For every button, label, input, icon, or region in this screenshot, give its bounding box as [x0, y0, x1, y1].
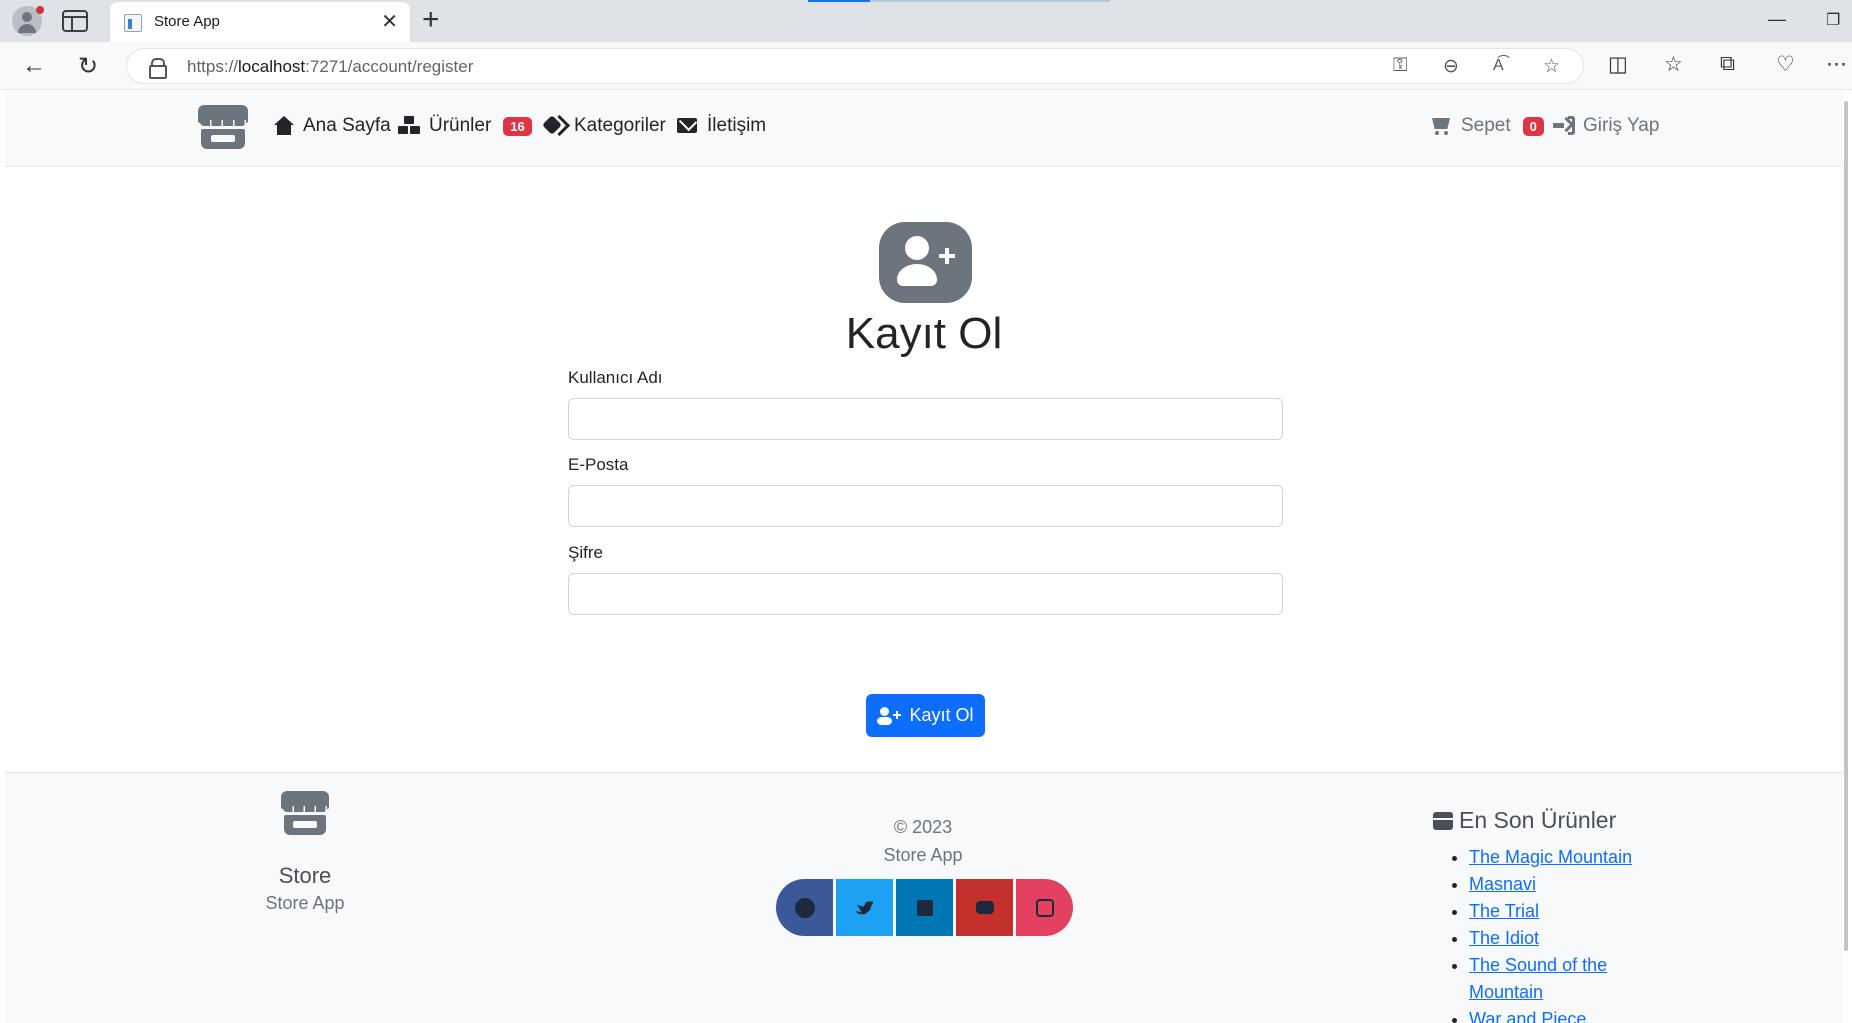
tab-title: Store App: [154, 13, 220, 30]
footer-brand-subtitle: Store App: [265, 893, 345, 913]
site-navbar: Ana Sayfa Ürünler 16 Kategoriler İletişi…: [5, 91, 1843, 167]
twitter-icon[interactable]: [836, 879, 893, 936]
loading-bar: [808, 0, 1110, 2]
latest-products-title: En Son Ürünler: [1459, 807, 1617, 833]
list-item: Masnavi: [1469, 871, 1669, 898]
email-input[interactable]: [568, 485, 1283, 527]
username-label: Kullanıcı Adı: [568, 368, 663, 387]
register-button[interactable]: Kayıt Ol: [866, 694, 985, 737]
tab-actions-icon[interactable]: [62, 10, 88, 32]
browser-toolbar: ← ↻ https://localhost:7271/account/regis…: [0, 42, 1852, 90]
register-header-icon: [879, 222, 972, 303]
browser-tab[interactable]: Store App ✕: [110, 2, 410, 42]
browser-essentials-icon[interactable]: ♡: [1776, 52, 1795, 77]
store-logo-icon[interactable]: [198, 105, 248, 149]
latest-products-list: The Magic Mountain Masnavi The Trial The…: [1433, 844, 1733, 1023]
username-input[interactable]: [568, 398, 1283, 440]
nav-contact[interactable]: İletişim: [677, 115, 766, 137]
password-label: Şifre: [568, 543, 603, 562]
email-label: E-Posta: [568, 455, 629, 474]
nav-home[interactable]: Ana Sayfa: [273, 115, 391, 137]
key-icon[interactable]: ⚿: [1393, 55, 1407, 77]
product-link[interactable]: The Magic Mountain: [1469, 847, 1632, 867]
site-footer: Store Store App © 2023 Store App En Son …: [5, 772, 1843, 1023]
read-aloud-icon[interactable]: A͡: [1493, 57, 1504, 75]
list-item: The Trial: [1469, 898, 1669, 925]
home-icon: [273, 116, 295, 136]
copyright: © 2023 Store App: [883, 817, 963, 865]
page-favicon-icon: [124, 14, 142, 32]
cart-icon: [1431, 116, 1453, 136]
favorite-star-icon[interactable]: ☆: [1543, 55, 1560, 78]
footer-store-logo-icon: [281, 791, 329, 835]
product-link[interactable]: War and Piece: [1469, 1009, 1586, 1023]
youtube-icon[interactable]: [956, 879, 1013, 936]
social-links: [776, 879, 1073, 936]
page-scrollbar[interactable]: [1844, 101, 1848, 951]
nav-categories[interactable]: Kategoriler: [544, 115, 666, 137]
refresh-icon[interactable]: ↻: [78, 52, 98, 81]
envelope-icon: [677, 116, 699, 136]
facebook-icon[interactable]: [776, 879, 833, 936]
nav-login[interactable]: Giriş Yap: [1553, 115, 1659, 137]
list-item: The Magic Mountain: [1469, 844, 1669, 871]
address-bar[interactable]: https://localhost:7271/account/register …: [126, 48, 1584, 84]
linkedin-icon[interactable]: [896, 879, 953, 936]
product-link[interactable]: The Idiot: [1469, 928, 1539, 948]
more-menu-icon[interactable]: ⋯: [1826, 52, 1847, 77]
password-input[interactable]: [568, 573, 1283, 615]
nav-products[interactable]: Ürünler 16: [399, 115, 532, 137]
page-title: Kayıt Ol: [845, 309, 1003, 358]
page-viewport: Ana Sayfa Ürünler 16 Kategoriler İletişi…: [5, 91, 1848, 1023]
product-link[interactable]: Masnavi: [1469, 874, 1536, 894]
list-item: The Sound of the Mountain: [1469, 952, 1669, 1006]
minimize-icon[interactable]: —: [1768, 9, 1786, 30]
url-text[interactable]: https://localhost:7271/account/register: [187, 57, 473, 77]
back-icon[interactable]: ←: [22, 52, 46, 80]
sign-in-icon: [1553, 116, 1575, 136]
cart-count-badge: 0: [1522, 116, 1544, 136]
list-item: The Idiot: [1469, 925, 1669, 952]
new-tab-icon[interactable]: +: [422, 3, 440, 37]
tags-icon: [544, 116, 566, 136]
latest-products: En Son Ürünler The Magic Mountain Masnav…: [1433, 807, 1733, 1023]
nav-cart[interactable]: Sepet 0: [1431, 115, 1544, 137]
restore-icon[interactable]: ❐: [1826, 10, 1840, 30]
browser-tabstrip: Store App ✕ + — ❐: [0, 0, 1852, 42]
list-item: War and Piece: [1469, 1006, 1669, 1023]
favorites-icon[interactable]: ☆: [1664, 52, 1683, 77]
collections-icon[interactable]: ⧉: [1720, 52, 1735, 76]
box-icon: [1433, 811, 1453, 830]
split-screen-icon[interactable]: ◫: [1608, 52, 1628, 77]
footer-brand: Store: [278, 863, 332, 888]
boxes-icon: [399, 116, 421, 136]
product-link[interactable]: The Trial: [1469, 901, 1539, 921]
user-plus-icon: [877, 706, 903, 725]
zoom-out-icon[interactable]: ⊖: [1443, 55, 1459, 78]
products-count-badge: 16: [503, 116, 532, 136]
lock-icon[interactable]: [149, 58, 167, 79]
instagram-icon[interactable]: [1016, 879, 1073, 936]
product-link[interactable]: The Sound of the Mountain: [1469, 955, 1607, 1002]
close-tab-icon[interactable]: ✕: [381, 9, 398, 34]
profile-icon[interactable]: [12, 6, 44, 36]
